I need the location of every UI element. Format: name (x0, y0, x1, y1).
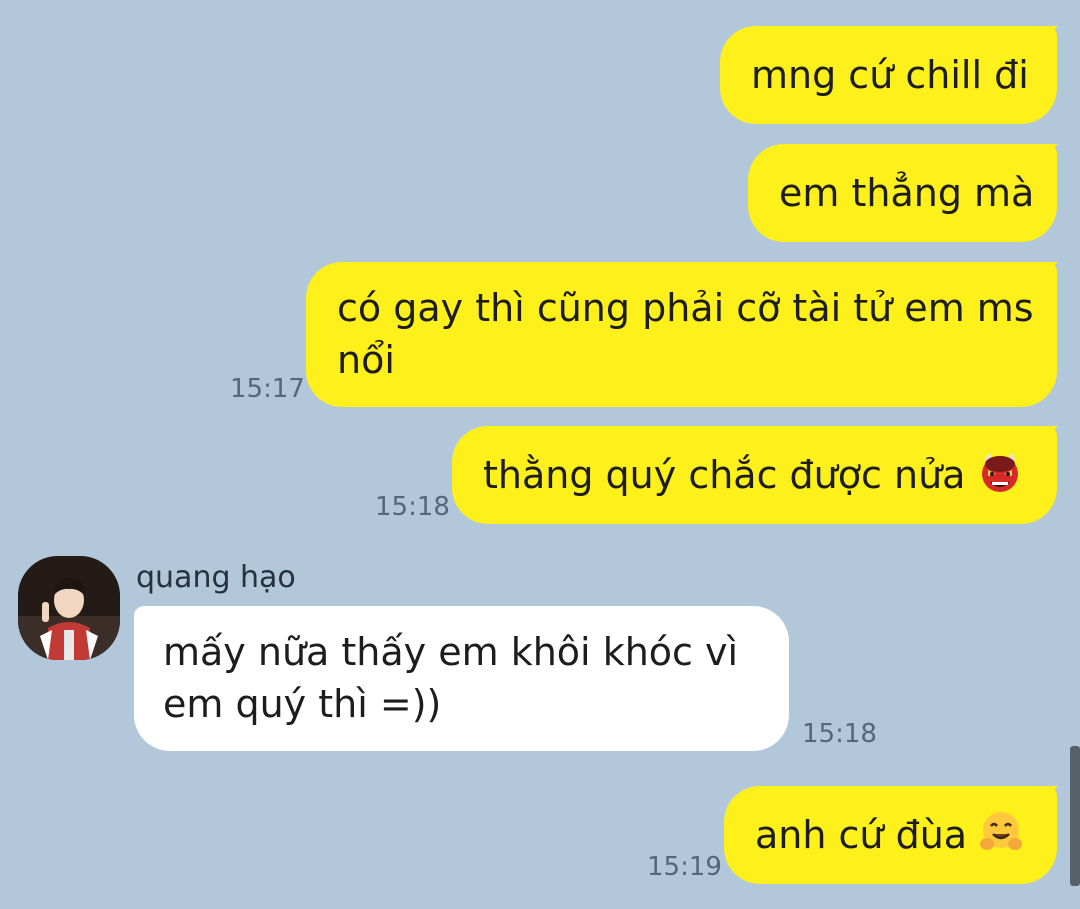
outgoing-message-bubble[interactable]: mng cứ chill đi (720, 26, 1057, 124)
outgoing-message-bubble[interactable]: anh cứ đùa (724, 786, 1057, 884)
bubble-tail (1040, 262, 1058, 278)
bubble-tail (1040, 786, 1058, 802)
message-timestamp: 15:18 (375, 492, 450, 522)
bubble-tail (1040, 144, 1058, 160)
message-timestamp: 15:18 (802, 719, 877, 749)
sender-name: quang hạo (136, 560, 296, 595)
bubble-tail (1040, 426, 1058, 442)
message-text: anh cứ đùa (755, 813, 968, 857)
bubble-tail (1040, 26, 1058, 42)
message-text: thằng quý chắc được nửa (483, 453, 966, 497)
message-text-line: nổi (337, 338, 395, 382)
message-text-line: em quý thì =)) (163, 682, 442, 726)
outgoing-message-bubble[interactable]: em thẳng mà (748, 144, 1057, 242)
outgoing-message-bubble[interactable]: có gay thì cũng phải cỡ tài tử em ms nổi (306, 262, 1057, 407)
message-timestamp: 15:17 (230, 374, 305, 404)
incoming-message-bubble[interactable]: mấy nữa thấy em khôi khóc vì em quý thì … (134, 606, 789, 751)
scrollbar[interactable] (1070, 746, 1080, 886)
ogre-emoji-icon (978, 450, 1022, 494)
hugging-face-emoji-icon (979, 810, 1023, 854)
avatar[interactable] (18, 556, 120, 660)
message-text-line: có gay thì cũng phải cỡ tài tử em ms (337, 286, 1034, 330)
message-text: em thẳng mà (779, 171, 1035, 215)
message-timestamp: 15:19 (647, 852, 722, 882)
message-text-line: mấy nữa thấy em khôi khóc vì (163, 630, 739, 674)
outgoing-message-bubble[interactable]: thằng quý chắc được nửa (452, 426, 1057, 524)
message-text: mng cứ chill đi (751, 53, 1029, 97)
